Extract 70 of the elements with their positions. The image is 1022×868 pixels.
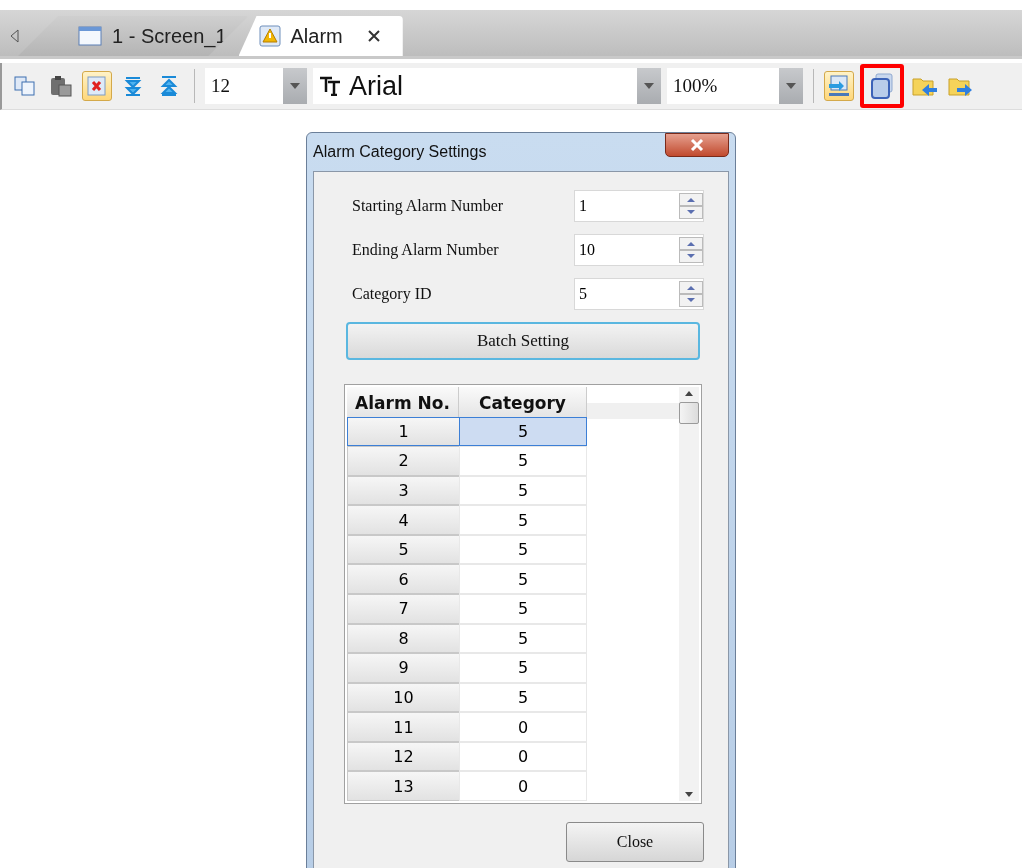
layers-icon	[870, 73, 894, 99]
spin-buttons-icon[interactable]	[679, 237, 703, 263]
table-cell[interactable]: 0	[459, 771, 587, 801]
table-cell[interactable]: 0	[459, 741, 587, 772]
window-icon	[78, 26, 102, 46]
field-label: Starting Alarm Number	[352, 197, 504, 215]
row-header[interactable]: 5	[347, 534, 459, 565]
row-header[interactable]: 10	[347, 682, 459, 713]
field-label: Ending Alarm Number	[352, 241, 499, 259]
row-header[interactable]: 3	[347, 475, 459, 506]
font-size-dropdown[interactable]: 12	[205, 68, 307, 104]
table-cell[interactable]: 5	[459, 416, 587, 447]
close-window-button[interactable]	[665, 133, 729, 157]
scrollbar[interactable]	[679, 387, 699, 801]
dropdown-caret-icon	[644, 83, 654, 89]
copy-icon	[14, 76, 36, 96]
toolbar-button[interactable]	[82, 71, 112, 101]
warning-icon	[258, 25, 281, 47]
close-icon	[690, 139, 704, 151]
table-cell[interactable]: 5	[459, 505, 587, 535]
table-cell[interactable]: 5	[459, 623, 587, 654]
tab[interactable]: 1 - Screen_1	[18, 16, 249, 56]
row-header[interactable]: 8	[347, 623, 459, 654]
font-icon	[319, 76, 341, 96]
table-cell[interactable]: 0	[459, 712, 587, 742]
row-header[interactable]: 2	[347, 446, 459, 476]
table-cell[interactable]: 5	[459, 534, 587, 565]
row-header[interactable]: 6	[347, 564, 459, 594]
row-header[interactable]: 11	[347, 712, 459, 742]
scroll-up-icon[interactable]	[685, 391, 693, 396]
table-cell[interactable]: 5	[459, 446, 587, 476]
delete-icon	[87, 76, 107, 96]
scroll-down-icon[interactable]	[685, 792, 693, 797]
scroll-thumb[interactable]	[679, 402, 699, 424]
table-cell[interactable]: 5	[459, 593, 587, 624]
table-cell[interactable]: 5	[459, 564, 587, 594]
table-cell[interactable]: 5	[459, 475, 587, 506]
number-spin-field[interactable]: 10	[574, 234, 704, 266]
close-icon[interactable]	[366, 29, 381, 43]
move-down-icon	[124, 75, 142, 97]
number-spin-field[interactable]: 5	[574, 278, 704, 310]
row-header[interactable]: 1	[347, 416, 459, 447]
row-header[interactable]: 13	[347, 771, 459, 801]
tab[interactable]: Alarm	[238, 16, 403, 56]
spin-buttons-icon[interactable]	[679, 193, 703, 219]
zoom-dropdown[interactable]: 100%	[667, 68, 803, 104]
field-label: Category ID	[352, 285, 432, 303]
close-button[interactable]: Close	[566, 822, 704, 862]
table-cell[interactable]: 5	[459, 682, 587, 713]
clipboard-icon	[50, 75, 72, 97]
toolbar-button[interactable]	[860, 64, 904, 108]
row-header[interactable]: 7	[347, 593, 459, 624]
dropdown-caret-icon	[290, 83, 300, 89]
toolbar-button[interactable]	[824, 71, 854, 101]
row-header[interactable]: 9	[347, 653, 459, 683]
spin-buttons-icon[interactable]	[679, 281, 703, 307]
batch-setting-button[interactable]: Batch Setting	[346, 322, 700, 360]
folder-left-arrow-icon	[912, 75, 938, 97]
column-header[interactable]: Category	[459, 387, 587, 419]
row-header[interactable]: 4	[347, 505, 459, 535]
table-cell[interactable]: 5	[459, 653, 587, 683]
dropdown-caret-icon	[786, 83, 796, 89]
row-header[interactable]: 12	[347, 741, 459, 772]
column-header[interactable]: Alarm No.	[347, 387, 459, 419]
folder-right-arrow-icon	[948, 75, 974, 97]
import-icon	[827, 74, 851, 98]
font-dropdown[interactable]: Arial	[313, 68, 661, 104]
move-up-icon	[160, 75, 178, 97]
number-spin-field[interactable]: 1	[574, 190, 704, 222]
dialog-title: Alarm Category Settings	[313, 143, 487, 161]
